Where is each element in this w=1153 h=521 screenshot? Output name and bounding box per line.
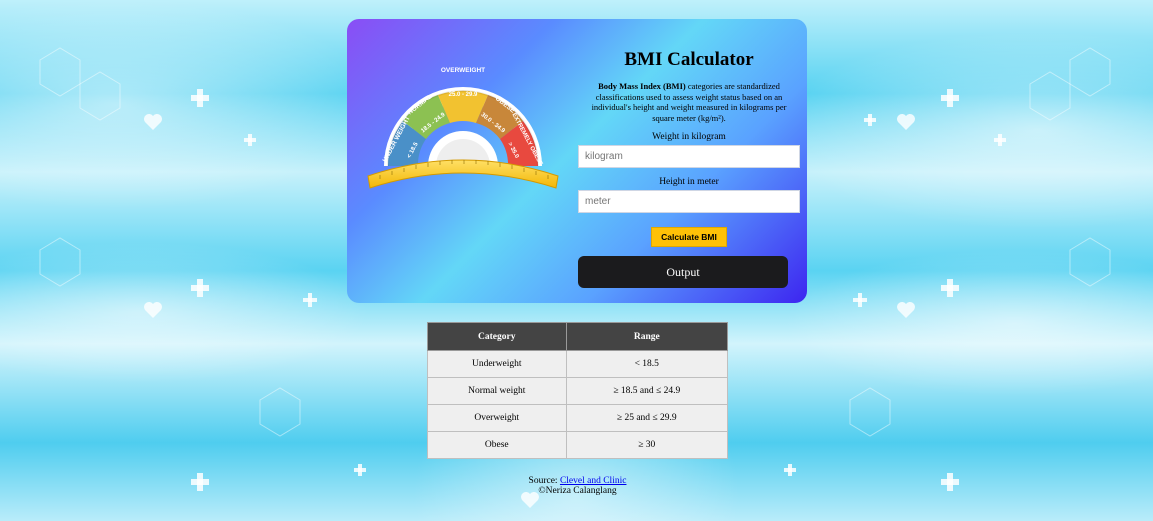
heart-icon bbox=[144, 114, 162, 130]
cross-icon bbox=[354, 464, 366, 476]
bmi-category-table: Category Range Underweight < 18.5 Normal… bbox=[427, 322, 729, 459]
cross-icon bbox=[244, 134, 256, 146]
table-cell-range: < 18.5 bbox=[565, 350, 729, 378]
height-input[interactable]: meter bbox=[578, 190, 800, 213]
cross-icon bbox=[784, 464, 796, 476]
heart-icon bbox=[897, 114, 915, 130]
bmi-gauge-illustration: UNDER WEIGHT NORMAL OVERWEIGHT OBESE EXT… bbox=[367, 67, 559, 189]
height-label: Height in meter bbox=[659, 177, 719, 187]
credit-text: ©Neriza Calanglang bbox=[538, 486, 617, 496]
source-line: Source: Clevel and Clinic bbox=[427, 476, 728, 486]
bmi-description: Body Mass Index (BMI) categories are sta… bbox=[588, 81, 790, 123]
cross-icon bbox=[191, 89, 209, 107]
bmi-description-bold: Body Mass Index (BMI) bbox=[598, 81, 686, 91]
cross-icon bbox=[941, 473, 959, 491]
table-cell-range: ≥ 25 and ≤ 29.9 bbox=[565, 404, 729, 432]
cross-icon bbox=[853, 293, 867, 307]
output-display: Output bbox=[578, 256, 788, 288]
source-link[interactable]: Clevel and Clinic bbox=[560, 476, 627, 486]
table-header-row: Category Range bbox=[427, 322, 729, 351]
cross-icon bbox=[994, 134, 1006, 146]
table-cell-category: Overweight bbox=[427, 404, 567, 432]
calculate-bmi-button[interactable]: Calculate BMI bbox=[651, 227, 727, 247]
table-cell-category: Normal weight bbox=[427, 377, 567, 405]
table-cell-range: ≥ 30 bbox=[565, 431, 729, 459]
cross-icon bbox=[191, 473, 209, 491]
table-cell-category: Underweight bbox=[427, 350, 567, 378]
heart-icon bbox=[897, 302, 916, 318]
weight-label: Weight in kilogram bbox=[652, 132, 726, 142]
table-row: Underweight < 18.5 bbox=[427, 350, 729, 378]
gauge-label-overweight: OVERWEIGHT bbox=[441, 67, 485, 74]
page-title: BMI Calculator bbox=[624, 49, 754, 70]
footer: Source: Clevel and Clinic ©Neriza Calang… bbox=[427, 476, 728, 496]
gauge-range-overweight: 25.0 - 29.9 bbox=[449, 92, 478, 98]
cross-icon bbox=[191, 279, 209, 297]
cross-icon bbox=[303, 293, 317, 307]
calculator-panel: BMI Calculator Body Mass Index (BMI) cat… bbox=[578, 48, 800, 288]
cross-icon bbox=[941, 279, 959, 297]
table-cell-range: ≥ 18.5 and ≤ 24.9 bbox=[565, 377, 729, 405]
table-row: Overweight ≥ 25 and ≤ 29.9 bbox=[427, 404, 729, 432]
column-header-category: Category bbox=[427, 322, 567, 351]
table-row: Normal weight ≥ 18.5 and ≤ 24.9 bbox=[427, 377, 729, 405]
source-prefix: Source: bbox=[528, 476, 560, 486]
column-header-range: Range bbox=[565, 322, 729, 351]
table-row: Obese ≥ 30 bbox=[427, 431, 729, 459]
heart-icon bbox=[144, 302, 163, 318]
cross-icon bbox=[864, 114, 876, 126]
cross-icon bbox=[941, 89, 959, 107]
table-cell-category: Obese bbox=[427, 431, 567, 459]
weight-input[interactable]: kilogram bbox=[578, 145, 800, 168]
